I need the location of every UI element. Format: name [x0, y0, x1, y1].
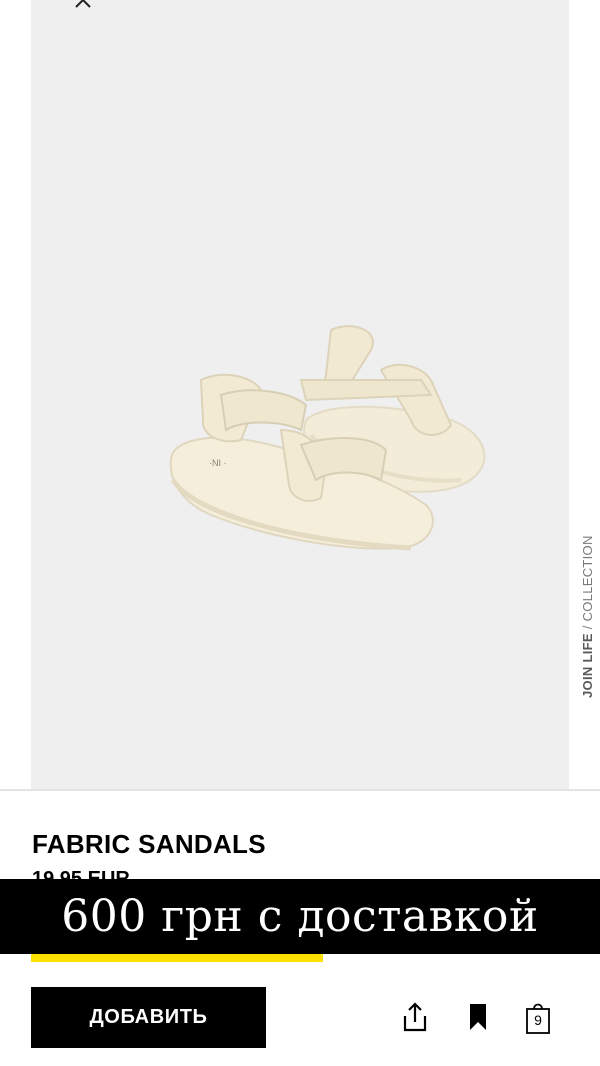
bookmark-icon — [470, 1004, 486, 1030]
bookmark-button[interactable] — [462, 1000, 494, 1036]
shopping-bag-button[interactable]: 9 — [522, 1000, 554, 1036]
svg-text:·NI ·: ·NI · — [209, 458, 227, 468]
bag-count: 9 — [534, 1012, 542, 1028]
add-to-cart-button[interactable]: ДОБАВИТЬ — [31, 987, 266, 1048]
share-button[interactable] — [399, 1000, 431, 1036]
collection-tag: JOIN LIFE / COLLECTION — [580, 535, 595, 698]
product-title: FABRIC SANDALS — [32, 829, 266, 859]
collection-suffix: / COLLECTION — [580, 535, 595, 634]
sandals-illustration: ·NI · — [169, 325, 486, 551]
close-icon[interactable] — [71, 0, 95, 12]
product-image[interactable]: ·NI · JOIN LIFE / COLLECTION — [31, 0, 595, 790]
collection-brand: JOIN LIFE — [580, 633, 595, 698]
promo-banner: 600 грн с доставкой — [0, 879, 600, 954]
product-price: 19.95 EUR — [32, 868, 130, 880]
share-icon — [403, 1002, 427, 1032]
divider — [0, 789, 600, 791]
accent-stripe — [31, 954, 323, 962]
